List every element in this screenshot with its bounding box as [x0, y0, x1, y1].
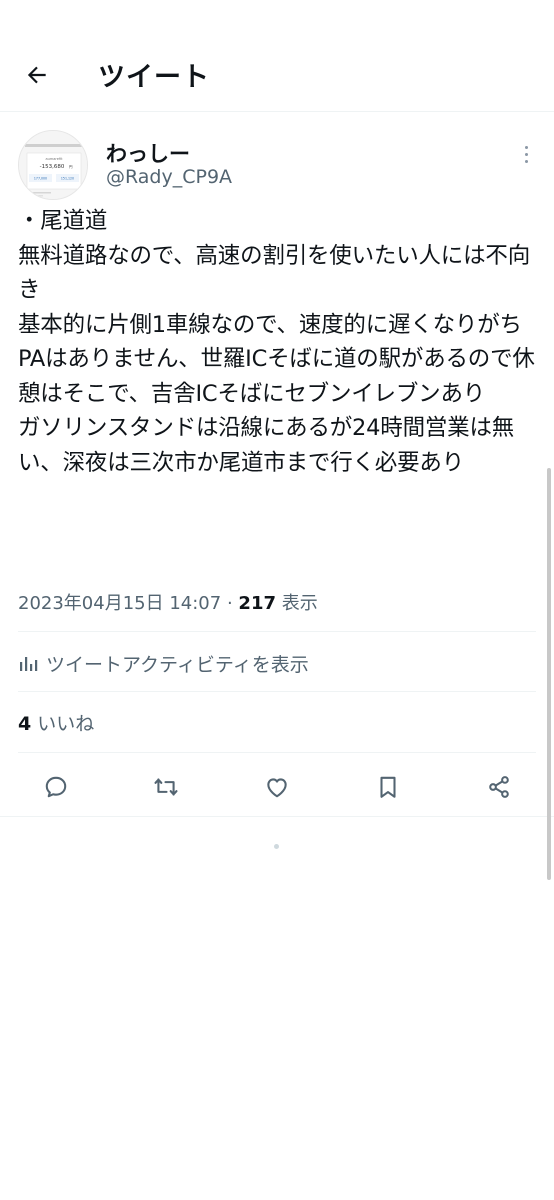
analytics-icon	[20, 657, 38, 671]
retweet-button[interactable]	[143, 764, 189, 810]
likes-label: いいね	[37, 713, 95, 735]
more-dot-icon	[524, 145, 528, 149]
page-title: ツイート	[98, 62, 210, 93]
avatar-lettering-stat-right: 151,120	[61, 177, 74, 181]
avatar[interactable]: aumarefit -153,680 円 177,000 151,120	[18, 130, 88, 200]
more-options-button[interactable]	[512, 140, 540, 168]
retweet-icon	[154, 778, 178, 796]
avatar-lettering-stat-left: 177,000	[34, 177, 47, 181]
action-bar	[0, 764, 554, 810]
loading-indicator	[274, 844, 279, 849]
meta-separator: ·	[226, 593, 233, 614]
divider	[0, 816, 554, 817]
divider	[18, 631, 536, 632]
like-button[interactable]	[254, 764, 300, 810]
tweet-text: ・尾道道 無料道路なので、高速の割引を使いたい人には不向き 基本的に片側1車線な…	[18, 208, 535, 476]
avatar-lettering-title: aumarefit	[45, 157, 63, 161]
user-handle[interactable]: @Rady_CP9A	[106, 166, 232, 188]
more-dot-icon	[524, 159, 528, 163]
top-bar: ツイート	[0, 0, 554, 112]
bookmark-icon	[380, 776, 396, 798]
avatar-lettering-amount: -153,680	[40, 164, 65, 170]
scrollbar[interactable]	[547, 468, 551, 880]
views-label: 表示	[281, 593, 318, 614]
share-icon	[489, 776, 509, 798]
likes-count-link[interactable]: 4 いいね	[18, 709, 94, 736]
avatar-lettering-unit: 円	[69, 165, 73, 169]
reply-button[interactable]	[33, 764, 79, 810]
tweet-activity-link[interactable]: ツイートアクティビティを表示	[18, 648, 309, 678]
likes-count: 4	[18, 713, 32, 735]
bookmark-button[interactable]	[365, 764, 411, 810]
arrow-left-icon	[27, 66, 46, 84]
divider	[18, 691, 536, 692]
timestamp[interactable]: 2023年04月15日 14:07	[18, 593, 221, 614]
activity-label: ツイートアクティビティを表示	[46, 653, 309, 676]
avatar-image: aumarefit -153,680 円 177,000 151,120	[19, 131, 87, 199]
tweet-metadata: 2023年04月15日 14:07 · 217 表示	[18, 589, 318, 615]
more-dot-icon	[524, 152, 528, 156]
back-button[interactable]	[20, 58, 54, 92]
divider	[18, 752, 536, 753]
share-button[interactable]	[476, 764, 522, 810]
reply-icon	[45, 776, 67, 798]
views-count: 217	[238, 593, 276, 614]
display-name[interactable]: わっしー	[106, 138, 190, 168]
like-icon	[267, 778, 287, 798]
